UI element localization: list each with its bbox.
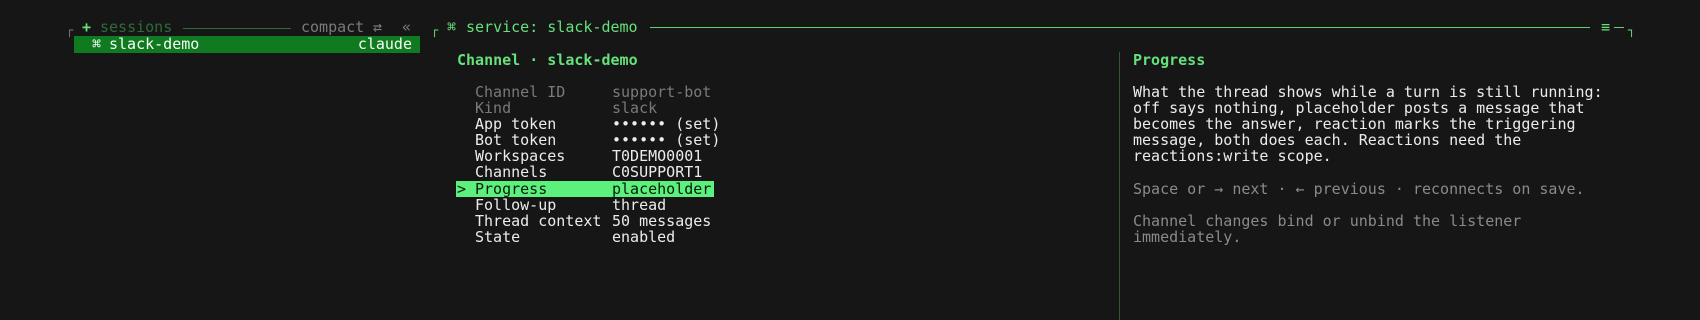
field-label: App token bbox=[475, 115, 557, 133]
session-agent: claude bbox=[357, 35, 412, 53]
field-label: Kind bbox=[475, 99, 512, 117]
field-state[interactable]: State enabled bbox=[456, 229, 714, 245]
panel-divider bbox=[1119, 52, 1120, 320]
field-value: •••••• (set) bbox=[612, 115, 721, 133]
field-value: support-bot bbox=[612, 83, 712, 101]
field-label: Thread context bbox=[475, 212, 602, 230]
field-label: Follow-up bbox=[475, 196, 557, 214]
help-description-line: becomes the answer, reaction marks the t… bbox=[1133, 115, 1576, 133]
field-value: placeholder bbox=[612, 180, 712, 198]
field-thread-context[interactable]: Thread context 50 messages bbox=[456, 213, 714, 229]
help-note-line: immediately. bbox=[1133, 228, 1242, 246]
field-app-token[interactable]: App token •••••• (set) bbox=[456, 115, 720, 133]
service-corner-right: ┐ bbox=[1628, 23, 1636, 37]
field-channels[interactable]: Channels C0SUPPORT1 bbox=[456, 164, 714, 180]
field-kind[interactable]: Kind slack bbox=[456, 100, 714, 116]
help-description-line: reactions:write scope. bbox=[1133, 147, 1332, 165]
field-value: slack bbox=[612, 99, 658, 117]
channel-heading: Channel · slack-demo bbox=[457, 51, 638, 69]
session-command-icon: ⌘ bbox=[92, 35, 102, 53]
session-item[interactable]: ⌘ slack-demo claude bbox=[74, 36, 420, 53]
help-keys-hint: Space or → next · ← previous · reconnect… bbox=[1133, 180, 1585, 198]
service-corner-left: ┌ bbox=[431, 23, 439, 37]
help-description-line: message, both does each. Reactions need … bbox=[1133, 131, 1522, 149]
service-command-icon: ⌘ bbox=[447, 18, 457, 36]
collapse-icon[interactable]: « bbox=[402, 19, 411, 35]
help-description-line: off says nothing, placeholder posts a me… bbox=[1133, 99, 1585, 117]
field-bot-token[interactable]: Bot token •••••• (set) bbox=[456, 131, 720, 149]
field-value: enabled bbox=[612, 228, 676, 246]
field-progress[interactable]: > Progress placeholder bbox=[456, 181, 714, 197]
mode-toggle-label[interactable]: compact bbox=[301, 19, 364, 35]
selected-marker: > bbox=[457, 180, 467, 198]
field-value: C0SUPPORT1 bbox=[612, 163, 703, 181]
service-header-rule bbox=[650, 27, 1590, 28]
swap-icon[interactable]: ⇄ bbox=[373, 19, 382, 35]
field-channel-id[interactable]: Channel ID support-bot bbox=[456, 84, 714, 100]
field-label: Channel ID bbox=[475, 83, 566, 101]
field-value: 50 messages bbox=[612, 212, 712, 230]
field-label: Workspaces bbox=[475, 147, 566, 165]
field-value: T0DEMO0001 bbox=[612, 147, 703, 165]
sessions-header-rule bbox=[183, 28, 291, 29]
field-follow-up[interactable]: Follow-up thread bbox=[456, 197, 714, 213]
field-label: State bbox=[475, 228, 521, 246]
help-description-line: What the thread shows while a turn is st… bbox=[1133, 83, 1603, 101]
menu-icon-tail bbox=[1614, 27, 1624, 28]
field-label: Bot token bbox=[475, 131, 557, 149]
session-name: slack-demo bbox=[109, 35, 200, 53]
menu-icon[interactable]: ≡ bbox=[1601, 19, 1610, 35]
sessions-header-label: sessions bbox=[100, 18, 173, 36]
field-label: Progress bbox=[475, 180, 548, 198]
sessions-corner: ┌ bbox=[66, 23, 74, 37]
field-label: Channels bbox=[475, 163, 548, 181]
field-value: •••••• (set) bbox=[612, 131, 721, 149]
add-session-icon[interactable]: + bbox=[82, 19, 91, 35]
service-title: service: slack-demo bbox=[466, 18, 638, 36]
help-heading: Progress bbox=[1133, 51, 1206, 69]
field-workspaces[interactable]: Workspaces T0DEMO0001 bbox=[456, 148, 714, 164]
help-note-line: Channel changes bind or unbind the liste… bbox=[1133, 212, 1522, 230]
field-value: thread bbox=[612, 196, 667, 214]
